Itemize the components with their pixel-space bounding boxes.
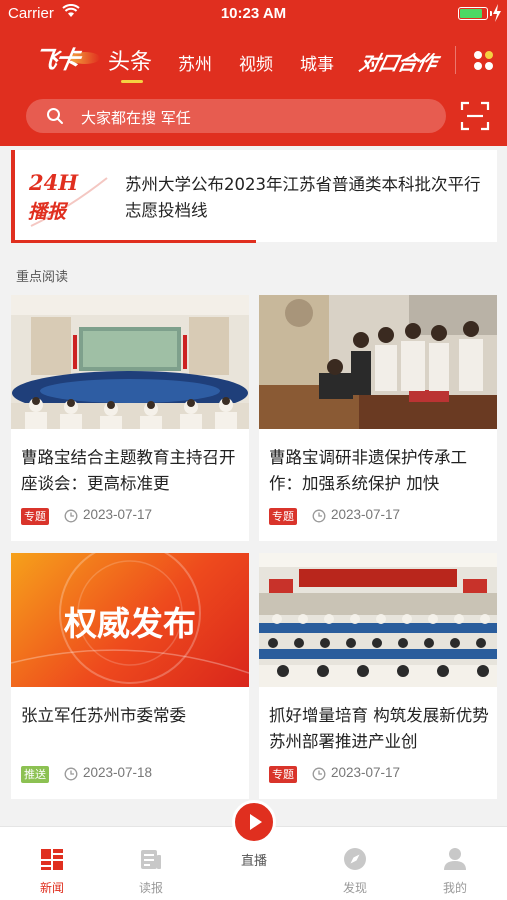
news-card[interactable]: 曹路宝结合主题教育主持召开座谈会：更高标准更 专题 2023-07-17 bbox=[11, 295, 249, 541]
tab-label: 视频 bbox=[239, 55, 273, 75]
tab-discover[interactable]: 发现 bbox=[320, 827, 390, 900]
news-title: 张立军任苏州市委常委 bbox=[21, 706, 186, 725]
thumbnail-caption: 权威发布 bbox=[64, 604, 196, 643]
battery-icon bbox=[458, 7, 492, 20]
tab-profile[interactable]: 我的 bbox=[420, 827, 490, 900]
topic-tag: 专题 bbox=[269, 508, 297, 525]
clock-icon bbox=[312, 767, 326, 781]
more-channels-icon[interactable] bbox=[474, 51, 494, 71]
compass-icon bbox=[344, 848, 366, 870]
tab-partner-cooperation[interactable]: 对口合作 bbox=[357, 47, 439, 76]
active-tab-indicator bbox=[121, 80, 143, 83]
clock-icon bbox=[64, 509, 78, 523]
publish-date: 2023-07-17 bbox=[331, 507, 401, 522]
tab-suzhou[interactable]: 苏州 bbox=[178, 50, 212, 75]
tab-newspaper[interactable]: 读报 bbox=[116, 827, 186, 900]
logo-text: 飞卡 bbox=[31, 45, 81, 74]
tab-label: 发现 bbox=[342, 881, 367, 895]
user-icon bbox=[444, 848, 466, 870]
tab-news[interactable]: 新闻 bbox=[17, 827, 87, 900]
tab-label: 我的 bbox=[442, 881, 467, 895]
topic-tag: 专题 bbox=[269, 766, 297, 783]
ticker-accent-bar bbox=[11, 150, 15, 242]
news-title: 曹路宝调研非遗保护传承工作：加强系统保护 加快 bbox=[269, 448, 467, 493]
tab-label: 新闻 bbox=[39, 881, 64, 895]
clock-icon bbox=[64, 767, 78, 781]
topic-tag: 专题 bbox=[21, 508, 49, 525]
charging-icon bbox=[493, 4, 501, 22]
ticker-badge-broadcast: 播报 bbox=[28, 201, 67, 223]
app-header: Carrier 10:23 AM 飞卡 头条 苏州 视频 城事 对口合作 大家都… bbox=[0, 0, 507, 146]
news-thumbnail: 权威发布 bbox=[11, 553, 249, 687]
tab-live[interactable]: 直播 bbox=[219, 800, 289, 900]
clock-icon bbox=[312, 509, 326, 523]
search-placeholder: 大家都在搜 军任 bbox=[81, 109, 191, 127]
tab-label: 直播 bbox=[240, 854, 267, 869]
news-thumbnail bbox=[259, 553, 497, 687]
news-card[interactable]: 权威发布 张立军任苏州市委常委 推送 2023-07-18 bbox=[11, 553, 249, 799]
scan-icon[interactable] bbox=[460, 101, 490, 131]
header-divider bbox=[455, 46, 456, 74]
play-icon bbox=[250, 814, 262, 830]
live-button[interactable] bbox=[232, 800, 276, 844]
news-thumbnail bbox=[11, 295, 249, 429]
search-icon bbox=[47, 108, 63, 124]
news-icon bbox=[41, 849, 63, 870]
search-bar[interactable]: 大家都在搜 军任 bbox=[26, 99, 446, 133]
tab-label: 读报 bbox=[138, 881, 163, 895]
ticker-headline[interactable]: 苏州大学公布2023年江苏省普通类本科批次平行志愿投档线 bbox=[125, 172, 481, 224]
tab-label: 苏州 bbox=[178, 55, 212, 75]
push-tag: 推送 bbox=[21, 766, 49, 783]
news-title: 曹路宝结合主题教育主持召开座谈会：更高标准更 bbox=[21, 448, 236, 493]
status-bar: Carrier 10:23 AM bbox=[0, 0, 507, 28]
newspaper-icon bbox=[141, 850, 161, 869]
news-title: 抓好增量培育 构筑发展新优势 苏州部署推进产业创 bbox=[269, 706, 489, 751]
tab-label: 城事 bbox=[300, 55, 334, 75]
tab-video[interactable]: 视频 bbox=[239, 50, 273, 75]
publish-date: 2023-07-17 bbox=[331, 765, 401, 780]
section-title: 重点阅读 bbox=[16, 270, 69, 285]
tab-label: 头条 bbox=[108, 50, 153, 75]
tab-headline[interactable]: 头条 bbox=[108, 44, 153, 83]
clock-time: 10:23 AM bbox=[220, 5, 287, 22]
news-thumbnail bbox=[259, 295, 497, 429]
publish-date: 2023-07-18 bbox=[83, 765, 153, 780]
tab-city[interactable]: 城事 bbox=[300, 50, 334, 75]
news-card[interactable]: 抓好增量培育 构筑发展新优势 苏州部署推进产业创 专题 2023-07-17 bbox=[259, 553, 497, 799]
ticker-badge-24h: 24H bbox=[29, 170, 79, 195]
news-ticker[interactable]: 24H 播报 苏州大学公布2023年江苏省普通类本科批次平行志愿投档线 bbox=[11, 150, 497, 242]
publish-date: 2023-07-17 bbox=[83, 507, 153, 522]
news-card[interactable]: 曹路宝调研非遗保护传承工作：加强系统保护 加快 专题 2023-07-17 bbox=[259, 295, 497, 541]
ticker-progress bbox=[11, 240, 256, 243]
